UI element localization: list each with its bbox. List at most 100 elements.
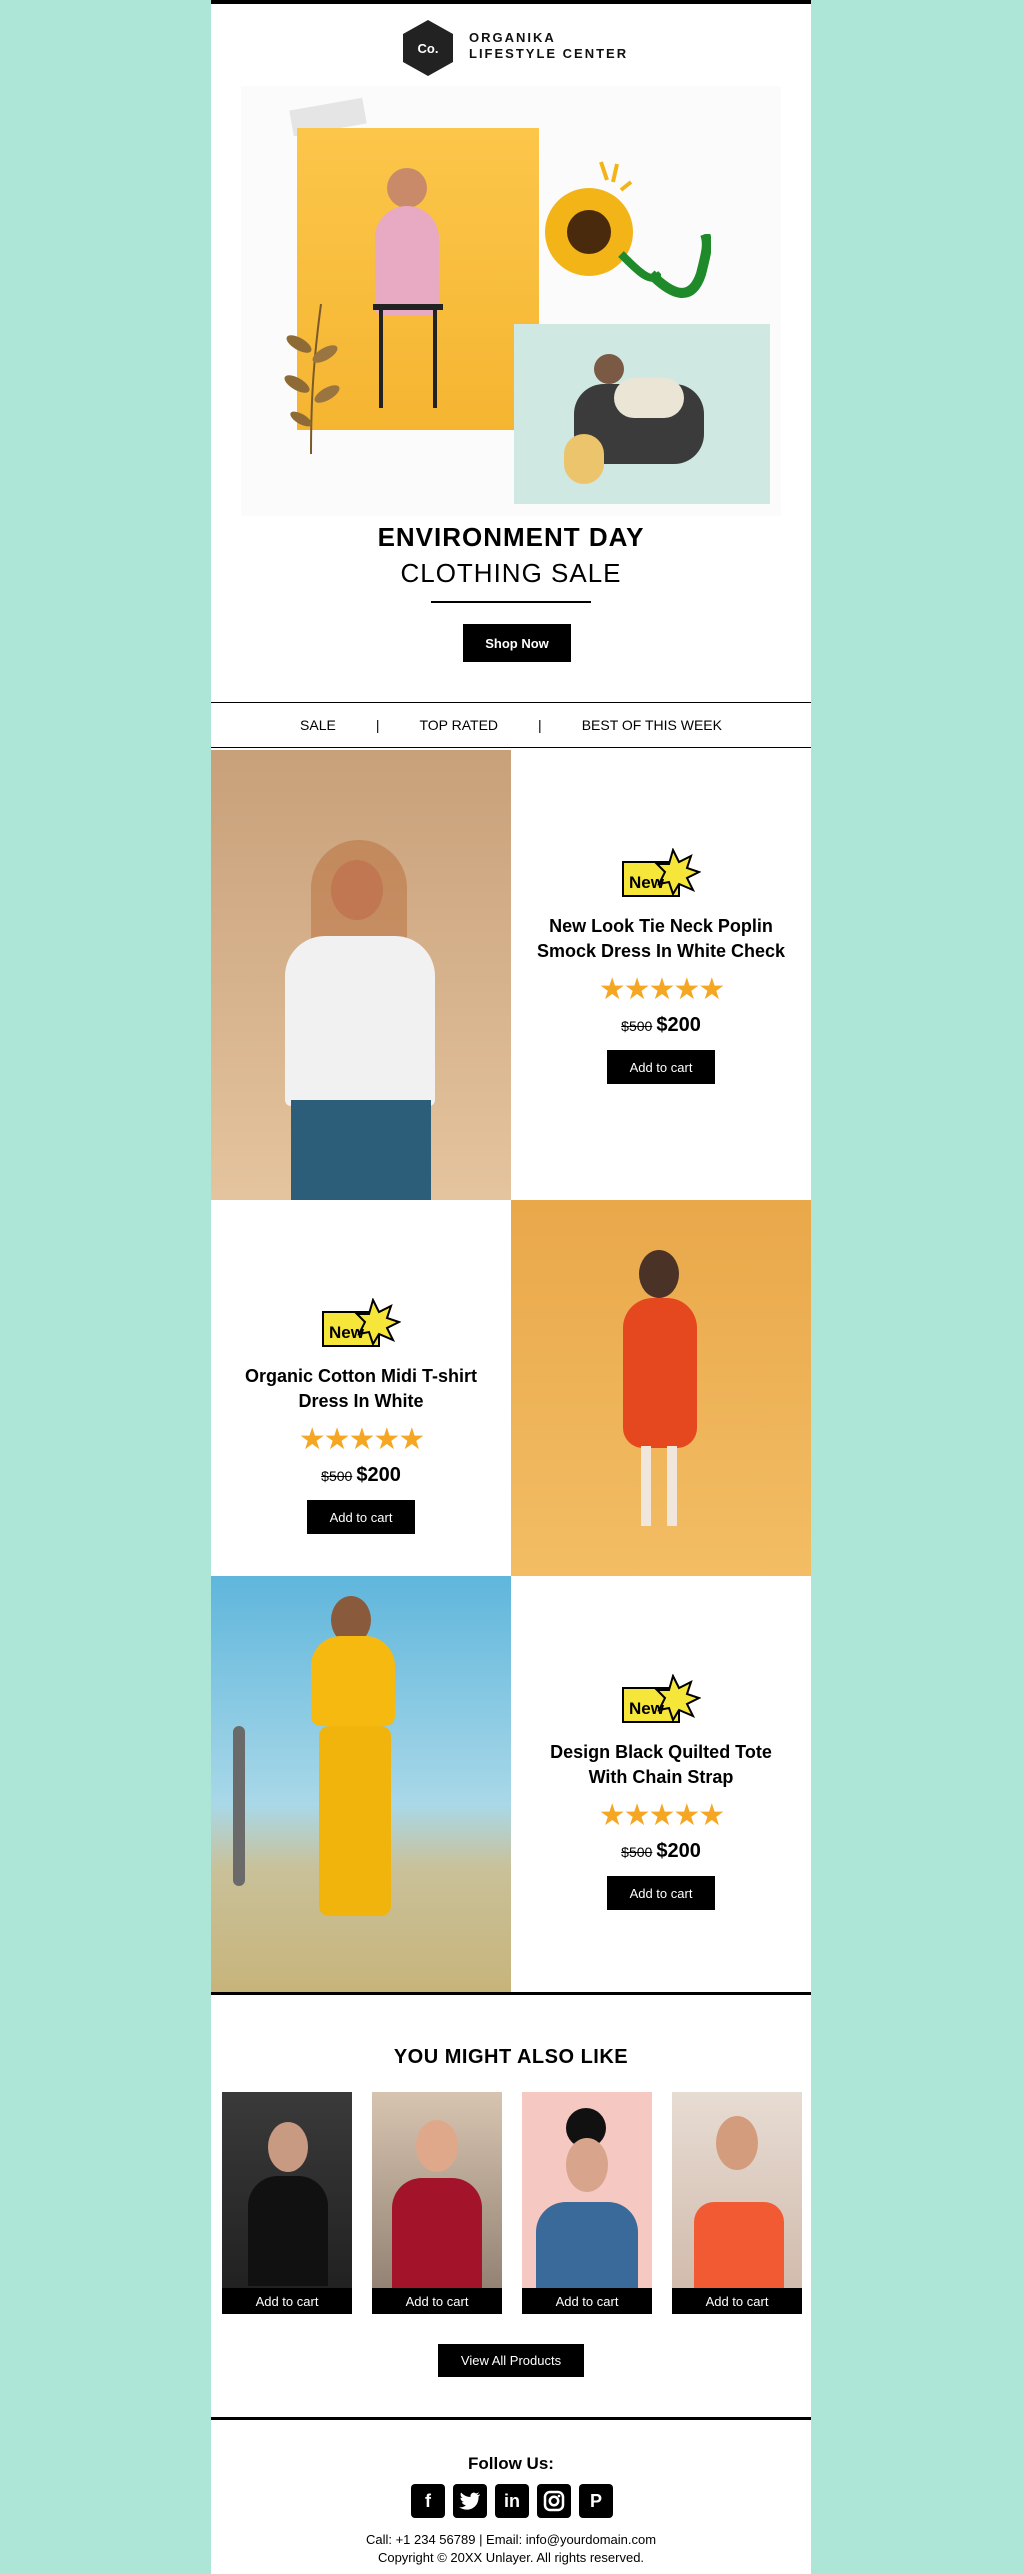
stool-leg	[433, 308, 437, 408]
sale-price: $200	[356, 1464, 401, 1486]
product-card: New New Look Tie Neck Poplin Smock Dress…	[511, 750, 811, 1200]
model-body	[392, 2178, 482, 2288]
plush-toy	[614, 378, 684, 418]
model-leg	[667, 1446, 677, 1526]
divider	[431, 601, 591, 603]
section-divider	[211, 1992, 811, 1995]
product-card: New Design Black Quilted Tote With Chain…	[511, 1576, 811, 1992]
model-body	[248, 2176, 328, 2286]
stool-seat	[373, 304, 443, 310]
product-image[interactable]	[211, 1576, 511, 1992]
product-card: New Organic Cotton Midi T-shirt Dress In…	[211, 1200, 511, 1576]
recommend-title: YOU MIGHT ALSO LIKE	[393, 2046, 629, 2068]
model-dress	[623, 1298, 697, 1448]
sale-price: $200	[656, 1840, 701, 1862]
nav-separator: |	[375, 717, 380, 733]
contact-info: Call: +1 234 56789 | Email: info@yourdom…	[365, 2532, 657, 2547]
email-container: Co. ORGANIKA LIFESTYLE CENTER ENVIRONMEN…	[211, 0, 811, 2574]
product-image[interactable]	[511, 1200, 811, 1576]
product-name-line1: Organic Cotton Midi T-shirt	[245, 1366, 477, 1386]
product-price: $500 $200	[511, 1014, 811, 1037]
model-head	[566, 2138, 608, 2192]
shop-now-button[interactable]: Shop Now	[463, 624, 571, 662]
product-name-line1: Design Black Quilted Tote	[550, 1742, 772, 1762]
linkedin-icon[interactable]: in	[495, 2484, 529, 2518]
nav-item-best-of-this-week[interactable]: BEST OF THIS WEEK	[582, 717, 722, 733]
view-all-products-button[interactable]: View All Products	[438, 2344, 584, 2377]
model-head	[387, 168, 427, 208]
leaf-icon	[281, 303, 341, 455]
add-to-cart-button[interactable]: Add to cart	[307, 1500, 415, 1534]
hero-photo-model-lying	[514, 324, 770, 504]
product-name: Organic Cotton Midi T-shirt Dress In Whi…	[211, 1364, 511, 1414]
model-body	[536, 2202, 638, 2292]
brand-name: ORGANIKA LIFESTYLE CENTER	[469, 30, 628, 62]
hero-title: ENVIRONMENT DAY	[377, 522, 645, 552]
model-body	[375, 206, 439, 316]
star-rating-icon: ★★★★★	[598, 973, 725, 1006]
model-leg	[641, 1446, 651, 1526]
product-name: Design Black Quilted Tote With Chain Str…	[511, 1740, 811, 1790]
category-nav: SALE | TOP RATED | BEST OF THIS WEEK	[211, 702, 811, 748]
model-body	[694, 2202, 784, 2292]
product-name-line1: New Look Tie Neck Poplin	[549, 916, 773, 936]
star-rating-icon: ★★★★★	[298, 1423, 425, 1456]
add-to-cart-button[interactable]: Add to cart	[372, 2288, 502, 2314]
product-price: $500 $200	[211, 1464, 511, 1487]
nav-item-top-rated[interactable]: TOP RATED	[419, 717, 498, 733]
section-divider	[211, 2417, 811, 2420]
product-name: New Look Tie Neck Poplin Smock Dress In …	[511, 914, 811, 964]
svg-text:New: New	[629, 1699, 665, 1718]
model-head	[716, 2116, 758, 2170]
logo-text: Co.	[417, 40, 439, 56]
facebook-icon[interactable]: f	[411, 2484, 445, 2518]
recommend-product[interactable]: Add to cart	[222, 2092, 352, 2314]
nav-item-sale[interactable]: SALE	[300, 717, 336, 733]
add-to-cart-button[interactable]: Add to cart	[222, 2288, 352, 2314]
nav-separator: |	[538, 717, 542, 733]
model-pants	[319, 1726, 391, 1916]
add-to-cart-button[interactable]: Add to cart	[522, 2288, 652, 2314]
new-badge: New	[621, 1673, 702, 1730]
brand-line1: ORGANIKA	[469, 30, 556, 45]
sunflower-icon	[541, 154, 664, 314]
pinterest-icon[interactable]: P	[579, 2484, 613, 2518]
recommend-product[interactable]: Add to cart	[372, 2092, 502, 2314]
stem-icon	[647, 232, 712, 314]
product-image[interactable]	[211, 750, 511, 1200]
model-head	[594, 354, 624, 384]
follow-us-label: Follow Us:	[468, 2454, 554, 2473]
copyright: Copyright © 20XX Unlayer. All rights res…	[377, 2550, 645, 2565]
model-jeans	[291, 1100, 431, 1200]
hero-subtitle: CLOTHING SALE	[400, 558, 622, 588]
brand-line2: LIFESTYLE CENTER	[469, 46, 629, 61]
model-head	[639, 1250, 679, 1298]
product-name-line2: With Chain Strap	[588, 1767, 734, 1787]
stool-leg	[379, 308, 383, 408]
sale-price: $200	[656, 1014, 701, 1036]
old-price: $500	[621, 1844, 653, 1860]
new-badge: New	[321, 1297, 402, 1354]
model-head	[416, 2120, 458, 2172]
add-to-cart-button[interactable]: Add to cart	[672, 2288, 802, 2314]
star-rating-icon: ★★★★★	[598, 1799, 725, 1832]
model-head	[268, 2122, 308, 2172]
model-top	[311, 1636, 395, 1726]
hoop-pole	[233, 1726, 245, 1886]
old-price: $500	[621, 1018, 653, 1034]
product-name-line2: Smock Dress In White Check	[536, 941, 786, 961]
plush-toy	[564, 434, 604, 484]
recommend-product[interactable]: Add to cart	[672, 2092, 802, 2314]
product-price: $500 $200	[511, 1840, 811, 1863]
old-price: $500	[321, 1468, 353, 1484]
svg-text:New: New	[329, 1323, 365, 1342]
instagram-icon[interactable]	[537, 2484, 571, 2518]
new-badge: New	[621, 847, 702, 904]
add-to-cart-button[interactable]: Add to cart	[607, 1050, 715, 1084]
logo[interactable]: Co.	[403, 20, 453, 76]
svg-text:New: New	[629, 873, 665, 892]
product-name-line2: Dress In White	[298, 1391, 424, 1411]
recommend-product[interactable]: Add to cart	[522, 2092, 652, 2314]
add-to-cart-button[interactable]: Add to cart	[607, 1876, 715, 1910]
twitter-icon[interactable]	[453, 2484, 487, 2518]
